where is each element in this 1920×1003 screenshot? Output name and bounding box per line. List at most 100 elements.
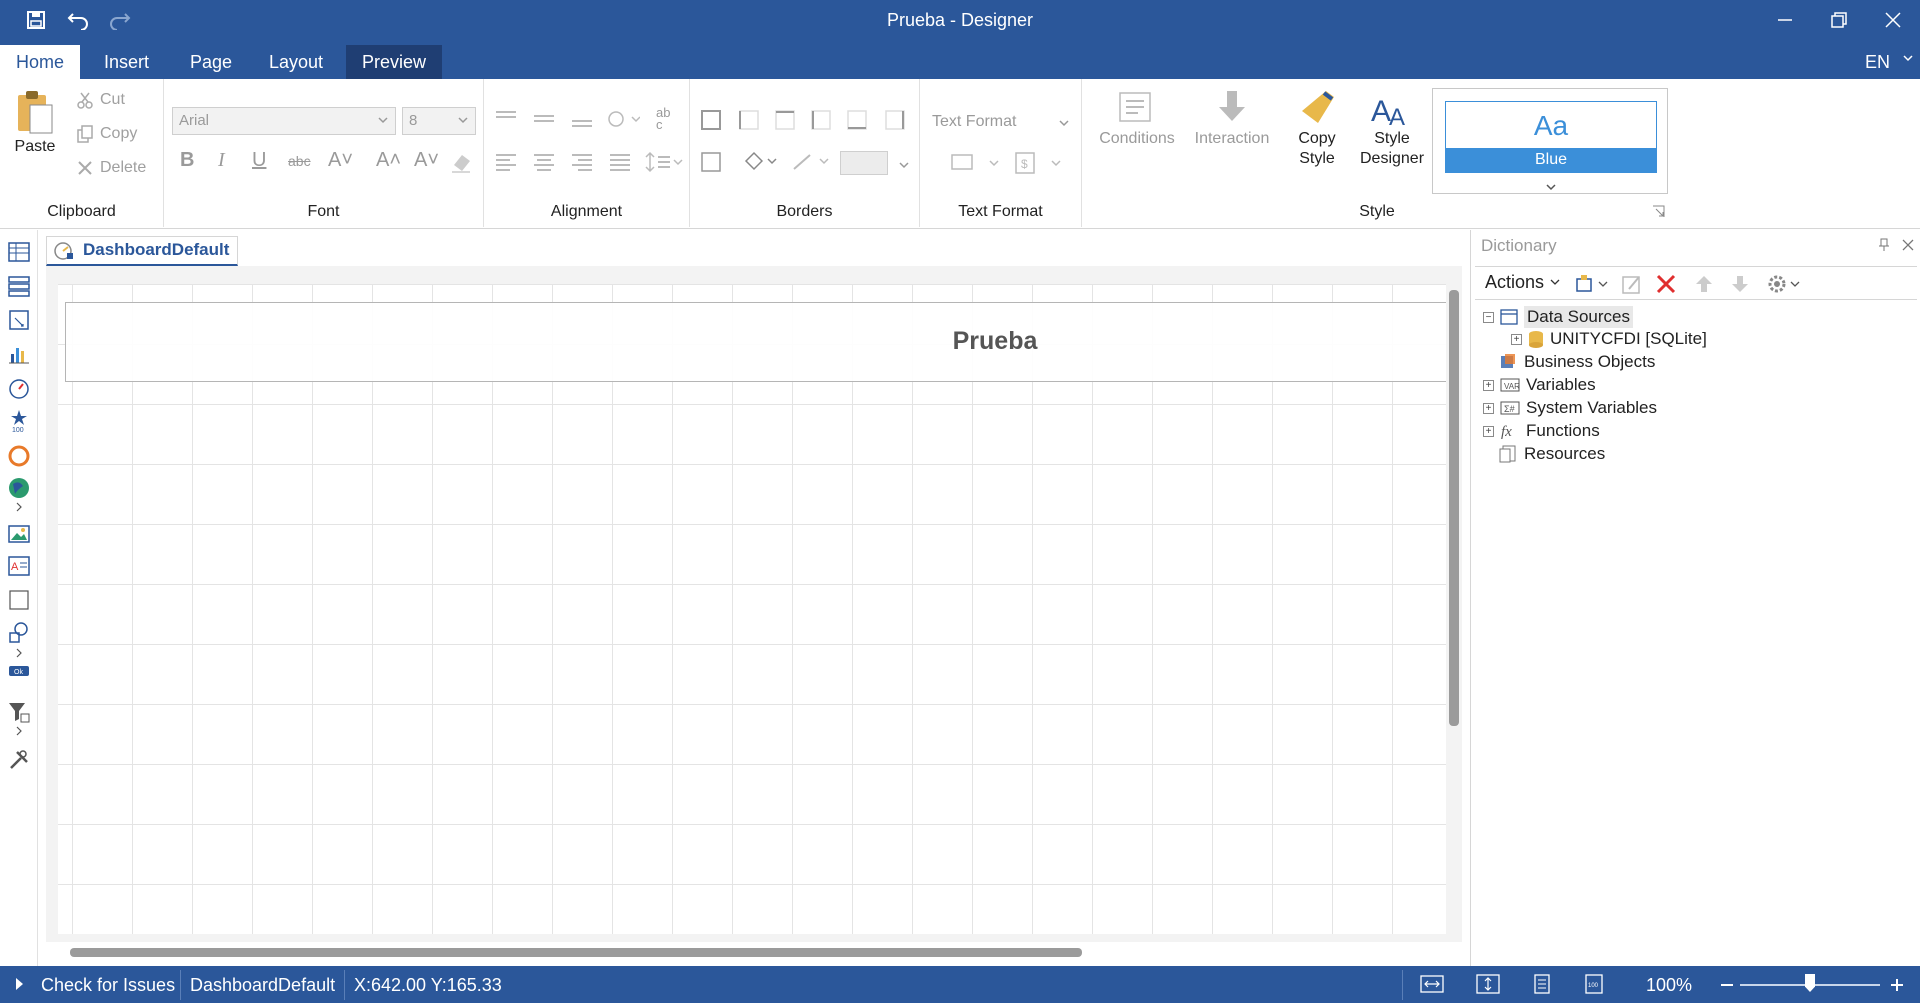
tree-node-system-variables[interactable]: + Σ# System Variables: [1483, 398, 1657, 418]
fit-height-icon[interactable]: [1476, 974, 1500, 994]
pivot-table-icon[interactable]: [7, 308, 31, 332]
actual-size-icon[interactable]: 100: [1582, 974, 1606, 994]
cut-button[interactable]: Cut: [76, 91, 125, 109]
text-format-select[interactable]: Text Format: [932, 113, 1016, 131]
restore-button[interactable]: [1812, 0, 1866, 40]
move-up-icon[interactable]: [1693, 273, 1715, 295]
dialog-launcher-icon[interactable]: [1652, 205, 1666, 219]
tree-node-resources[interactable]: Resources: [1498, 444, 1605, 464]
check-issues-button[interactable]: Check for Issues: [14, 975, 175, 996]
fill-color-icon[interactable]: [742, 151, 778, 173]
align-top-icon[interactable]: [494, 109, 518, 129]
edit-icon[interactable]: [1621, 273, 1643, 295]
style-designer-button[interactable]: AA Style Designer: [1352, 89, 1432, 169]
chevron-down-icon[interactable]: [1545, 181, 1557, 193]
whole-page-icon[interactable]: [1530, 974, 1554, 994]
chevron-down-icon[interactable]: [898, 159, 910, 171]
indicator-icon[interactable]: 100: [7, 408, 31, 432]
chevron-down-icon[interactable]: [1902, 52, 1914, 64]
vertical-scrollbar-thumb[interactable]: [1449, 290, 1459, 726]
tree-node-business-objects[interactable]: Business Objects: [1498, 352, 1655, 372]
chevron-right-icon[interactable]: [15, 502, 23, 512]
zoom-in-icon[interactable]: [1890, 978, 1904, 992]
design-canvas[interactable]: Prueba: [46, 266, 1446, 942]
eraser-icon[interactable]: [450, 151, 472, 173]
chart-icon[interactable]: [7, 342, 31, 366]
strikethrough-icon[interactable]: abc: [288, 153, 311, 169]
align-center-icon[interactable]: [532, 151, 556, 173]
tree-node-data-sources[interactable]: − Data Sources: [1483, 306, 1633, 328]
tree-node-database[interactable]: + UNITYCFDI [SQLite]: [1511, 329, 1707, 349]
move-down-icon[interactable]: [1729, 273, 1751, 295]
table-icon[interactable]: [7, 240, 31, 264]
filter-icon[interactable]: [7, 700, 31, 724]
close-panel-icon[interactable]: [1902, 238, 1914, 252]
interaction-button[interactable]: Interaction: [1190, 89, 1274, 149]
close-button[interactable]: [1866, 0, 1920, 40]
word-wrap-icon[interactable]: ab c: [656, 106, 670, 131]
delete-button[interactable]: Delete: [76, 159, 146, 177]
tab-preview[interactable]: Preview: [346, 45, 443, 79]
align-middle-icon[interactable]: [532, 109, 556, 129]
chevron-down-icon[interactable]: [1058, 117, 1070, 129]
expand-toggle[interactable]: +: [1511, 333, 1522, 345]
font-size-select[interactable]: 8: [402, 107, 476, 135]
text-options-icon[interactable]: [950, 151, 1006, 175]
horizontal-scrollbar-thumb[interactable]: [70, 948, 1082, 957]
region-map-icon[interactable]: [7, 476, 31, 500]
expand-toggle[interactable]: +: [1483, 402, 1494, 414]
zoom-out-icon[interactable]: [1720, 978, 1734, 992]
chevron-right-icon[interactable]: [15, 648, 23, 658]
tab-layout[interactable]: Layout: [253, 45, 339, 79]
copy-style-button[interactable]: Copy Style: [1280, 89, 1354, 169]
delete-icon[interactable]: [1655, 273, 1677, 295]
grow-font-icon[interactable]: A˄: [376, 149, 401, 172]
align-left-icon[interactable]: [494, 151, 518, 173]
rotate-text-icon[interactable]: [606, 109, 640, 129]
minimize-button[interactable]: [1758, 0, 1812, 40]
border-left-2-icon[interactable]: [810, 109, 832, 131]
copy-button[interactable]: Copy: [76, 125, 137, 143]
new-item-icon[interactable]: [1575, 273, 1611, 295]
border-left-icon[interactable]: [738, 109, 760, 131]
tab-home[interactable]: Home: [0, 45, 81, 79]
shape-icon[interactable]: [7, 620, 31, 644]
cards-icon[interactable]: [7, 274, 31, 298]
justify-icon[interactable]: [608, 151, 632, 173]
align-bottom-icon[interactable]: [570, 109, 594, 129]
zoom-slider-thumb[interactable]: [1805, 974, 1815, 992]
border-bottom-icon[interactable]: [846, 109, 868, 131]
panel-icon[interactable]: [7, 588, 31, 612]
expand-toggle[interactable]: +: [1483, 425, 1494, 437]
no-border-icon[interactable]: [700, 151, 722, 173]
format-currency-icon[interactable]: $: [1014, 151, 1070, 175]
underline-icon[interactable]: U: [252, 149, 266, 172]
all-borders-icon[interactable]: [700, 109, 722, 131]
text-element-icon[interactable]: A: [7, 554, 31, 578]
actions-menu[interactable]: Actions: [1485, 272, 1561, 293]
style-card-blue[interactable]: Aa Blue: [1445, 101, 1657, 173]
button-element-icon[interactable]: Ok: [7, 664, 31, 678]
line-spacing-icon[interactable]: [644, 151, 684, 173]
font-family-select[interactable]: Arial: [172, 107, 396, 135]
tree-node-functions[interactable]: + fx Functions: [1483, 421, 1600, 441]
image-icon[interactable]: [7, 522, 31, 546]
progress-icon[interactable]: [7, 444, 31, 468]
chevron-right-icon[interactable]: [15, 726, 23, 736]
bold-icon[interactable]: B: [180, 149, 194, 172]
paste-button[interactable]: Paste: [10, 89, 60, 157]
tools-icon[interactable]: [7, 748, 31, 772]
border-right-icon[interactable]: [884, 109, 906, 131]
pin-icon[interactable]: [1878, 238, 1890, 252]
shrink-font-icon[interactable]: A˅: [414, 149, 439, 172]
tab-page[interactable]: Page: [174, 45, 248, 79]
align-right-icon[interactable]: [570, 151, 594, 173]
italic-icon[interactable]: I: [218, 149, 225, 172]
border-top-icon[interactable]: [774, 109, 796, 131]
tab-insert[interactable]: Insert: [88, 45, 165, 79]
border-color-icon[interactable]: [790, 151, 830, 173]
font-color-icon[interactable]: A˅: [328, 149, 353, 172]
language-selector[interactable]: EN: [1865, 52, 1890, 73]
border-style-select[interactable]: [840, 151, 888, 175]
collapse-toggle[interactable]: −: [1483, 311, 1494, 323]
